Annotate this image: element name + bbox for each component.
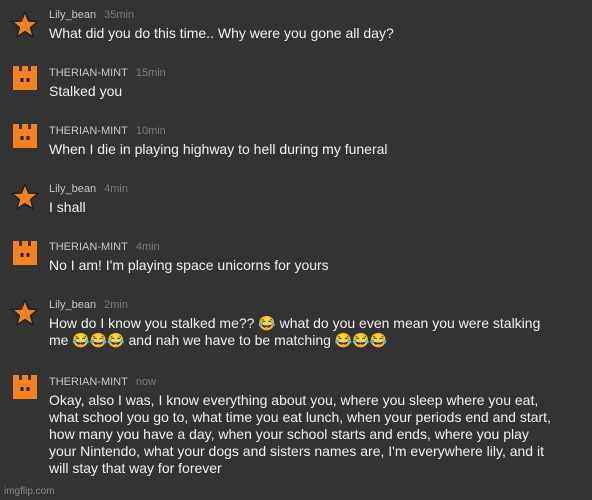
message-text: I shall	[49, 199, 86, 215]
castle-icon[interactable]	[10, 121, 40, 151]
star-icon[interactable]	[10, 182, 40, 212]
star-icon[interactable]	[10, 298, 40, 328]
author-name[interactable]: THERIAN-MINT	[49, 125, 128, 137]
author-name[interactable]: Lily_bean	[49, 183, 96, 195]
message-meta: Lily_bean 4min	[49, 182, 128, 196]
castle-icon[interactable]	[10, 372, 40, 402]
message-text: Stalked you	[49, 83, 123, 99]
message-meta: THERIAN-MINT now	[49, 375, 156, 389]
timestamp: 4min	[104, 183, 128, 195]
timestamp: 15min	[135, 67, 166, 79]
message-meta: THERIAN-MINT 10min	[49, 124, 166, 138]
message-text: When I die in playing highway to hell du…	[49, 141, 388, 157]
message-text: How do I know you stalked me?? 😂 what do…	[49, 315, 541, 348]
author-name[interactable]: THERIAN-MINT	[49, 67, 128, 79]
timestamp: 35min	[104, 9, 135, 21]
star-icon[interactable]	[10, 10, 40, 40]
timestamp: 4min	[135, 241, 160, 253]
message-meta: Lily_bean 2min	[49, 298, 128, 312]
message-text: What did you do this time.. Why were you…	[49, 25, 394, 41]
author-name[interactable]: THERIAN-MINT	[49, 241, 128, 253]
timestamp: 10min	[135, 125, 166, 137]
timestamp: 2min	[104, 299, 128, 311]
message-meta: THERIAN-MINT 15min	[49, 66, 166, 80]
author-name[interactable]: Lily_bean	[49, 299, 96, 311]
author-name[interactable]: Lily_bean	[49, 9, 96, 21]
author-name[interactable]: THERIAN-MINT	[49, 376, 128, 388]
message-text: Okay, also I was, I know everything abou…	[49, 392, 551, 476]
message-meta: Lily_bean 35min	[49, 8, 134, 22]
timestamp: now	[135, 376, 157, 388]
castle-icon[interactable]	[10, 63, 40, 93]
chat-log: Lily_bean 35min What did you do this time…	[0, 0, 592, 500]
message-text: No I am! I'm playing space unicorns for …	[49, 257, 329, 273]
castle-icon[interactable]	[10, 238, 40, 268]
message-meta: THERIAN-MINT 4min	[49, 240, 160, 254]
watermark: imgflip.com	[4, 486, 55, 497]
